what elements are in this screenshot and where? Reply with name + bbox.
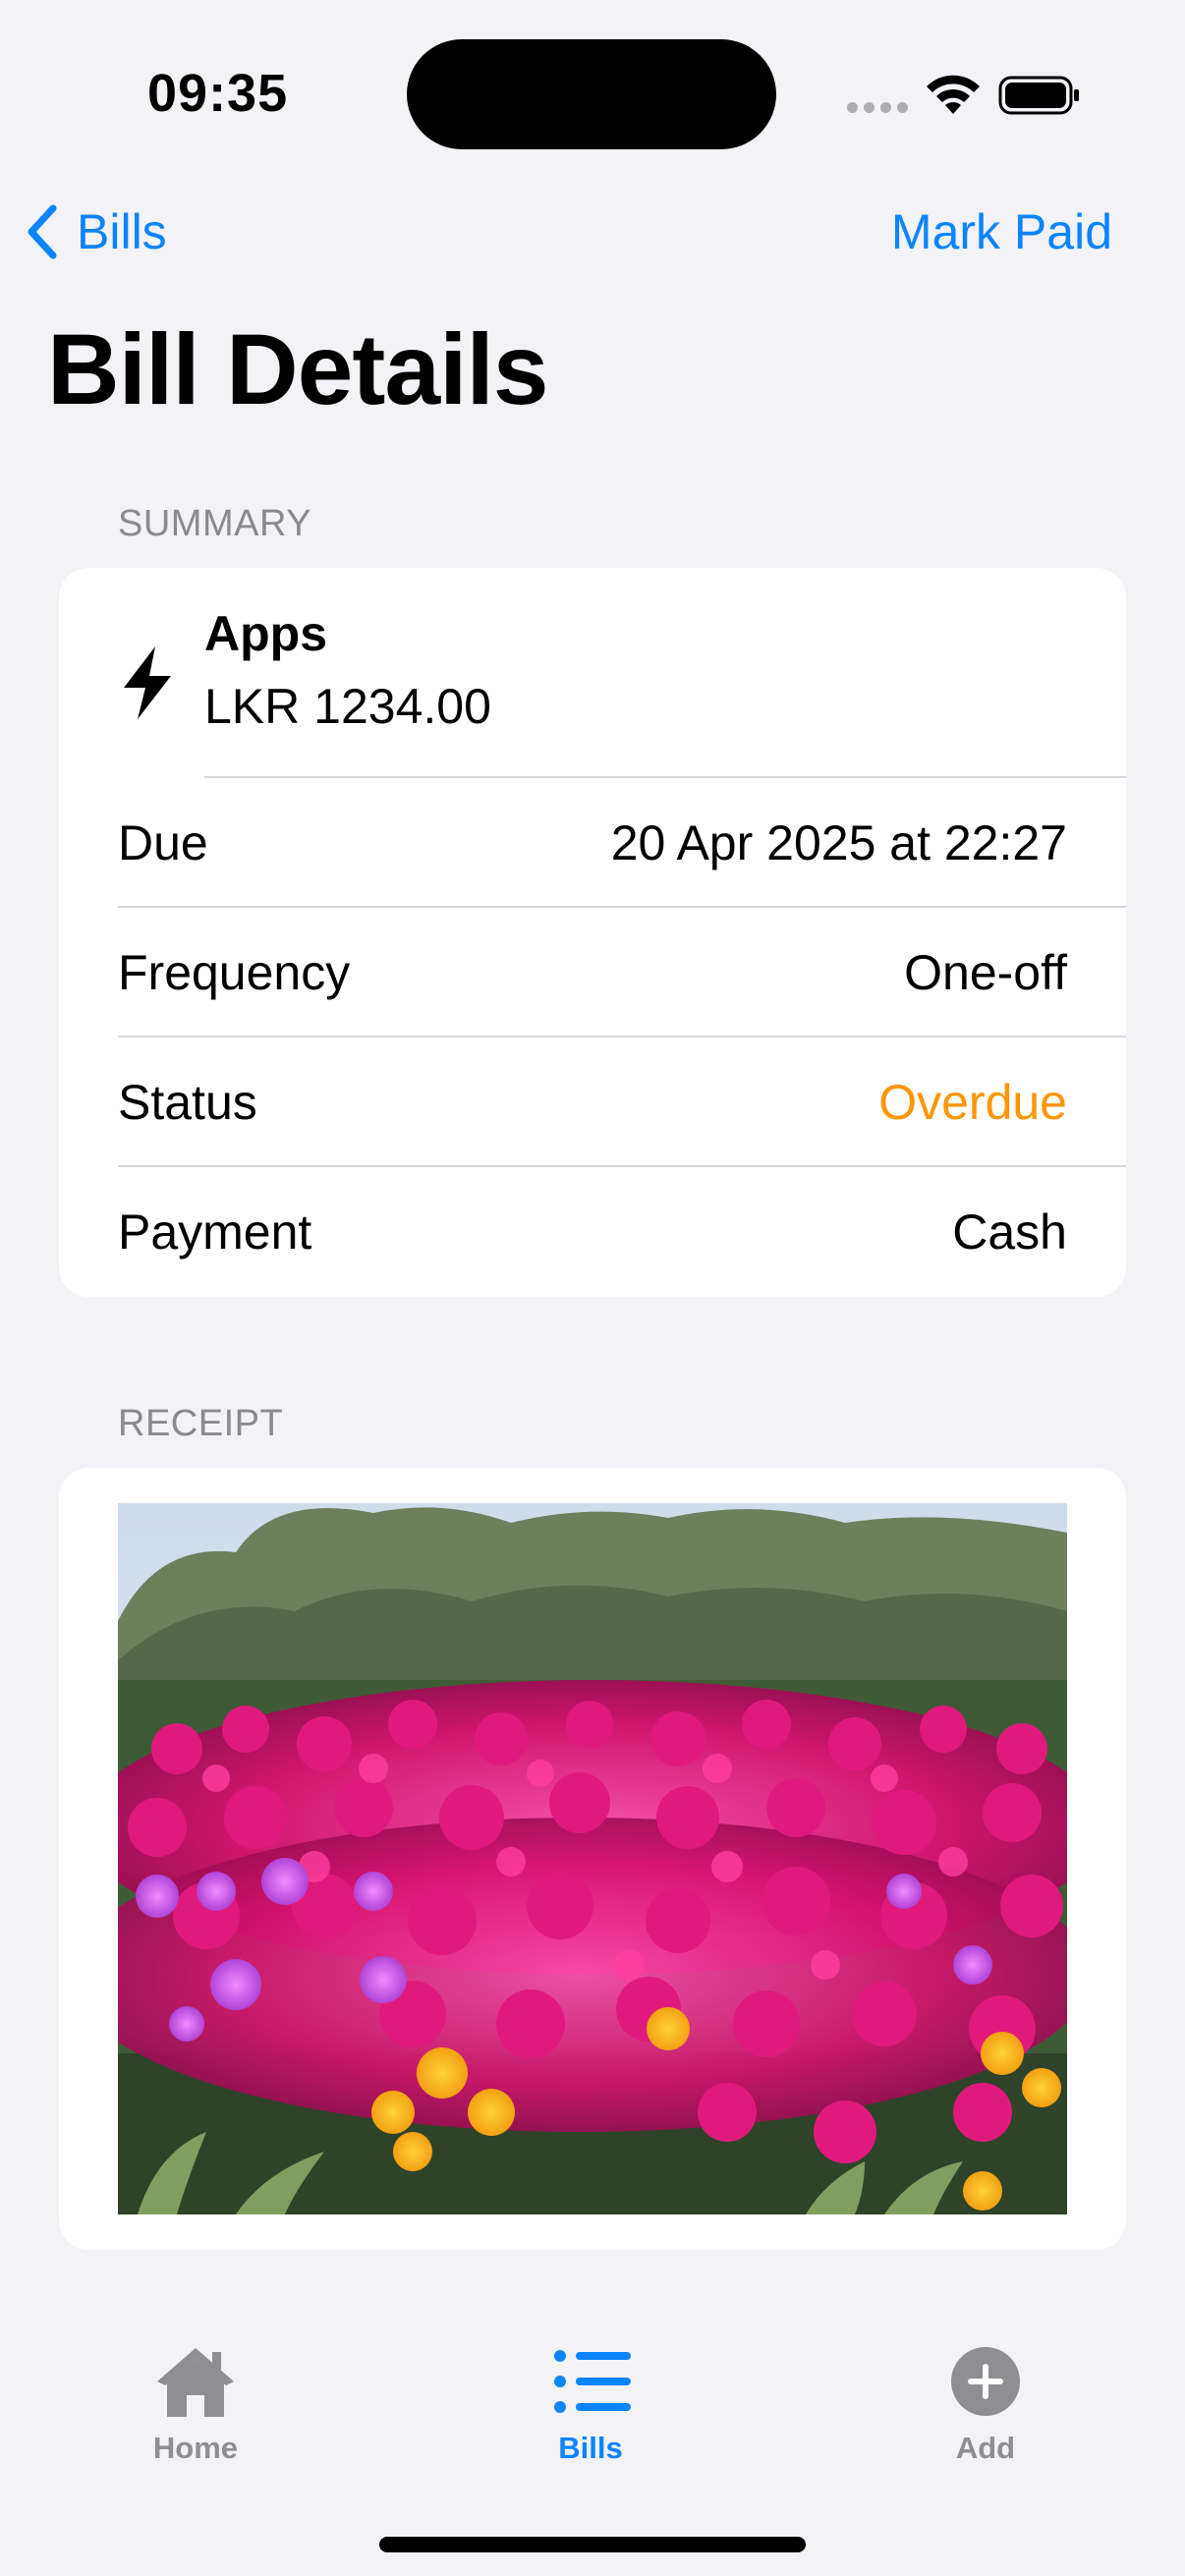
tab-bills-label: Bills	[558, 2431, 623, 2465]
flowers-photo	[118, 1503, 1067, 2214]
payment-value: Cash	[952, 1204, 1067, 1260]
row-label: Due	[118, 815, 208, 870]
cellular-signal-icon	[847, 102, 908, 113]
row-label: Payment	[118, 1204, 312, 1260]
bolt-icon	[124, 646, 171, 719]
tab-home[interactable]: Home	[48, 2342, 343, 2466]
status-row: Status Overdue	[118, 1037, 1067, 1167]
dynamic-island	[407, 39, 776, 149]
summary-header-row: Apps LKR 1234.00	[59, 568, 1126, 778]
summary-card: Apps LKR 1234.00 Due 20 Apr 2025 at 22:2…	[59, 568, 1126, 1297]
wifi-icon	[927, 75, 980, 114]
tab-add-label: Add	[955, 2431, 1016, 2465]
mark-paid-button[interactable]: Mark Paid	[891, 196, 1112, 267]
battery-icon	[998, 76, 1079, 115]
row-label: Status	[118, 1075, 257, 1130]
row-label: Frequency	[118, 945, 351, 1000]
back-button-label: Bills	[77, 204, 167, 259]
due-value: 20 Apr 2025 at 22:27	[610, 815, 1067, 870]
chevron-left-icon	[28, 204, 57, 259]
tab-bills[interactable]: Bills	[443, 2342, 738, 2466]
back-button[interactable]: Bills	[24, 196, 167, 267]
status-value: Overdue	[878, 1075, 1067, 1130]
bill-name: Apps	[204, 606, 327, 661]
receipt-card	[59, 1468, 1126, 2250]
page-title: Bill Details	[47, 313, 549, 425]
bill-amount: LKR 1234.00	[204, 679, 491, 734]
home-indicator	[379, 2537, 806, 2552]
summary-section-header: SUMMARY	[118, 503, 312, 544]
due-row: Due 20 Apr 2025 at 22:27	[118, 778, 1067, 908]
frequency-value: One-off	[904, 945, 1067, 1000]
plus-circle-icon	[951, 2347, 1020, 2416]
frequency-row: Frequency One-off	[118, 908, 1067, 1037]
list-icon	[554, 2350, 631, 2413]
receipt-section-header: RECEIPT	[118, 1403, 284, 1444]
house-icon	[157, 2348, 234, 2417]
payment-row: Payment Cash	[118, 1167, 1067, 1297]
receipt-image[interactable]	[118, 1503, 1067, 2214]
tab-home-label: Home	[152, 2431, 239, 2465]
status-time: 09:35	[147, 64, 289, 123]
tab-add[interactable]: Add	[838, 2342, 1133, 2466]
